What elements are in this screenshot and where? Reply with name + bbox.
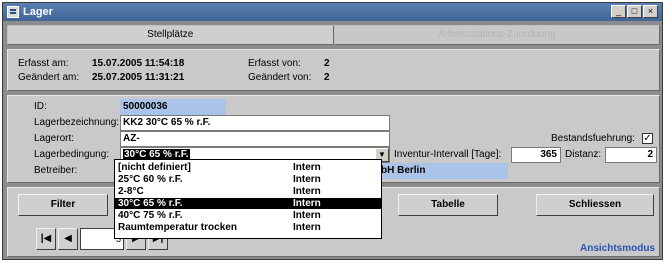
lagerbedingung-label: Lagerbedingung: <box>34 149 110 160</box>
geaendert-am-label: Geändert am: <box>18 72 80 83</box>
lagerbedingung-dropdown-list[interactable]: [nicht definiert] Intern 25°C 60 % r.F. … <box>114 159 382 239</box>
dropdown-option[interactable]: 2-8°C Intern <box>115 186 381 197</box>
geaendert-von-label: Geändert von: <box>248 72 312 83</box>
mode-indicator: Ansichtsmodus <box>579 243 655 254</box>
lagerbezeichnung-field[interactable]: KK2 30°C 65 % r.F. <box>120 115 390 131</box>
erfasst-am-value: 15.07.2005 11:54:18 <box>92 58 185 69</box>
dropdown-option[interactable]: 25°C 60 % r.F. Intern <box>115 174 381 185</box>
maximize-icon[interactable]: □ <box>627 5 642 18</box>
filter-button[interactable]: Filter <box>18 194 108 216</box>
dropdown-option[interactable]: 40°C 75 % r.F. Intern <box>115 210 381 221</box>
close-icon[interactable]: × <box>643 5 658 18</box>
tab-bar: Stellplätze Arbeitsstations-Zuordnung <box>7 25 660 45</box>
first-record-icon[interactable]: |◀ <box>36 228 56 250</box>
betreiber-field: bH Berlin <box>378 163 508 179</box>
window-controls: _ □ × <box>611 5 658 18</box>
prev-record-icon[interactable]: ◀ <box>58 228 78 250</box>
lagerort-field[interactable]: AZ- <box>120 131 390 147</box>
title-bar[interactable]: Lager _ □ × <box>3 3 662 21</box>
distanz-label: Distanz: <box>565 149 602 160</box>
lagerbezeichnung-label: Lagerbezeichnung: <box>34 117 120 128</box>
audit-info-panel: Erfasst am: 15.07.2005 11:54:18 Geändert… <box>7 49 660 91</box>
minimize-icon[interactable]: _ <box>611 5 626 18</box>
erfasst-von-label: Erfasst von: <box>248 58 301 69</box>
id-label: ID: <box>34 101 47 112</box>
erfasst-von-value: 2 <box>324 58 330 69</box>
dropdown-option[interactable]: [nicht definiert] Intern <box>115 162 381 173</box>
bestandsfuehrung-checkbox[interactable]: ✓ <box>642 133 653 144</box>
inventur-intervall-label: Inventur-Intervall [Tage]: <box>394 149 502 160</box>
bestandsfuehrung-label: Bestandsfuehrung: <box>551 133 635 144</box>
tab-stellplaetze[interactable]: Stellplätze <box>7 25 334 45</box>
schliessen-button[interactable]: Schliessen <box>536 194 654 216</box>
distanz-field[interactable]: 2 <box>605 147 657 163</box>
dropdown-option-selected[interactable]: 30°C 65 % r.F. Intern <box>115 198 381 209</box>
dropdown-option[interactable]: Raumtemperatur trocken Intern <box>115 222 381 233</box>
betreiber-value: bH Berlin <box>381 165 426 176</box>
tabelle-button[interactable]: Tabelle <box>398 194 498 216</box>
tab-arbeitsstations-zuordnung[interactable]: Arbeitsstations-Zuordnung <box>333 25 660 45</box>
lagerort-label: Lagerort: <box>34 133 75 144</box>
betreiber-label: Betreiber: <box>34 165 78 176</box>
window-title: Lager <box>23 6 53 18</box>
erfasst-am-label: Erfasst am: <box>18 58 69 69</box>
id-field: 50000036 <box>120 99 226 115</box>
inventur-intervall-field[interactable]: 365 <box>511 147 561 163</box>
geaendert-von-value: 2 <box>324 72 330 83</box>
geaendert-am-value: 25.07.2005 11:31:21 <box>92 72 185 83</box>
form-icon <box>7 6 19 18</box>
